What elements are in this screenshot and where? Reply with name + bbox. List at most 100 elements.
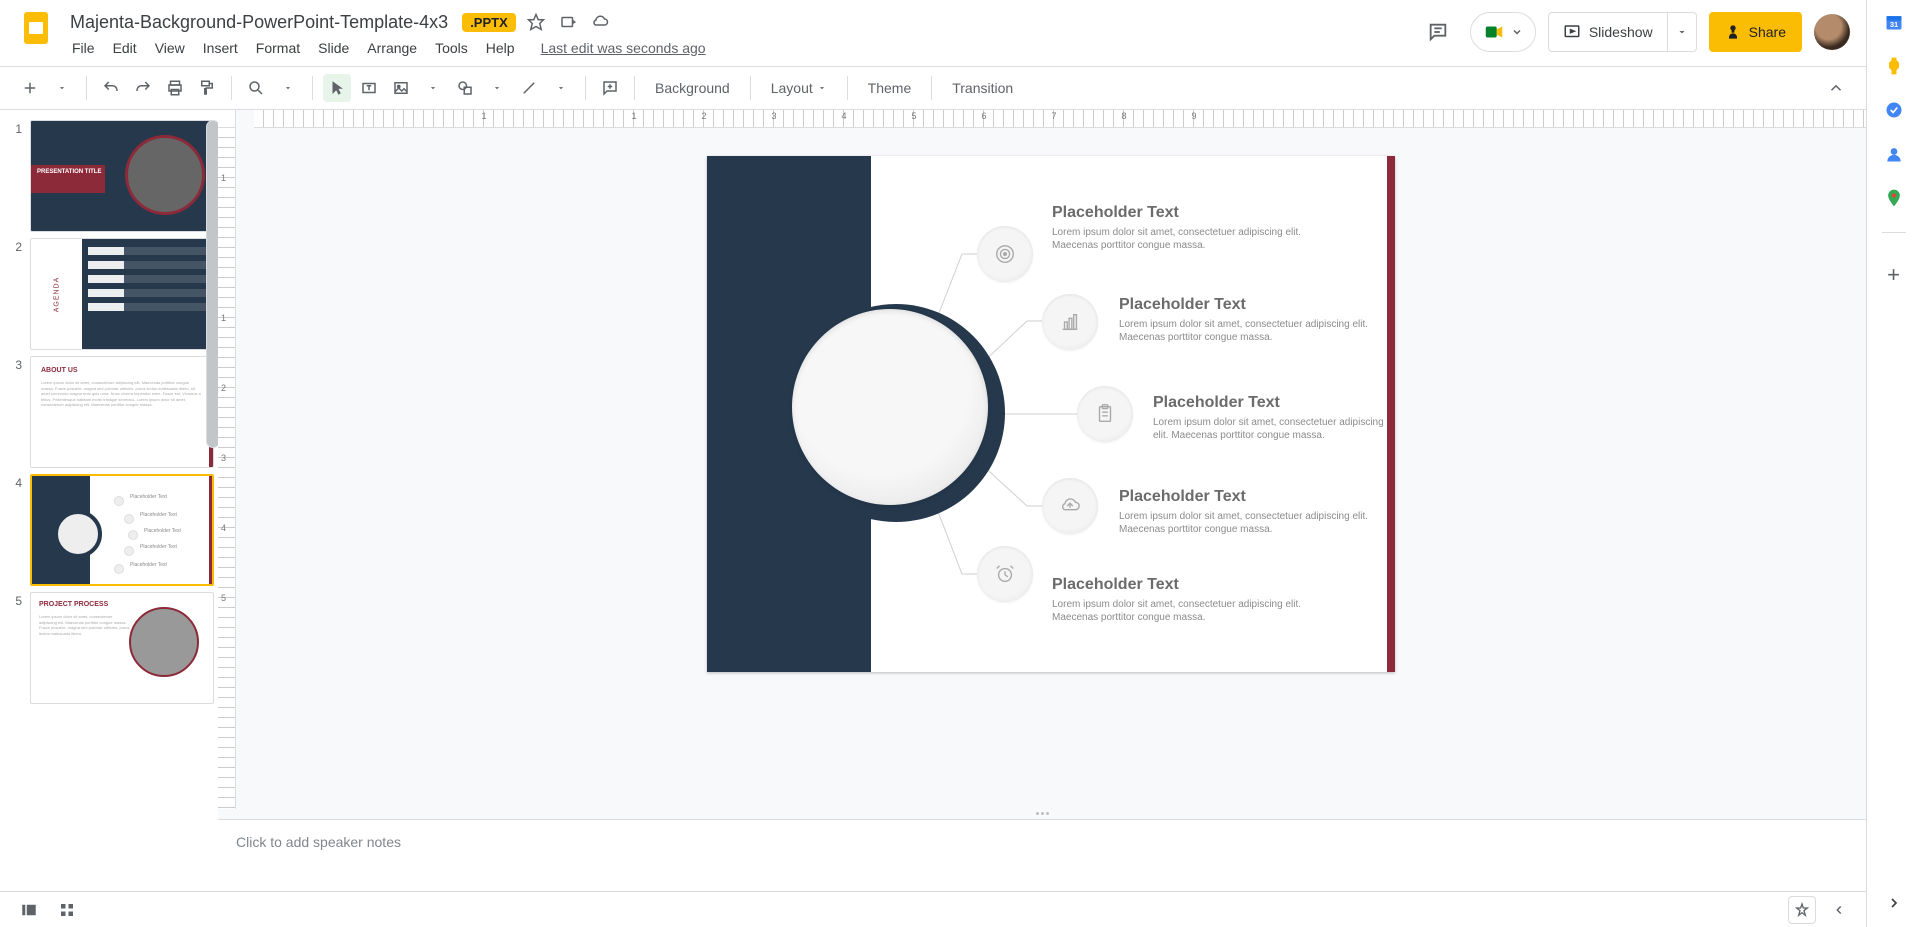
slide-thumb-2[interactable]: 2 AGENDA (10, 238, 214, 350)
slideshow-dropdown[interactable] (1668, 12, 1697, 52)
contacts-icon[interactable] (1884, 144, 1904, 164)
side-panel: 31 + (1866, 0, 1920, 927)
paint-format-button[interactable] (193, 74, 221, 102)
ruler-tick: 5 (911, 111, 916, 121)
doc-title[interactable]: Majenta-Background-PowerPoint-Template-4… (64, 11, 454, 34)
slides-logo[interactable] (16, 8, 56, 48)
share-label: Share (1749, 24, 1786, 40)
notes-resize-handle[interactable] (218, 809, 1866, 819)
calendar-icon[interactable]: 31 (1884, 12, 1904, 32)
slide[interactable]: Placeholder Text Lorem ipsum dolor sit a… (707, 156, 1395, 672)
slideshow-label: Slideshow (1589, 24, 1653, 40)
move-icon[interactable] (556, 10, 580, 34)
slide-thumb-5[interactable]: 5 PROJECT PROCESS Lorem ipsum dolor sit … (10, 592, 214, 704)
slide-thumb-3[interactable]: 3 ABOUT US Lorem ipsum dolor sit amet, c… (10, 356, 214, 468)
select-tool[interactable] (323, 74, 351, 102)
tasks-icon[interactable] (1884, 100, 1904, 120)
node-icon-chart[interactable] (1042, 294, 1098, 350)
slide-item-1[interactable]: Placeholder Text Lorem ipsum dolor sit a… (1052, 204, 1322, 252)
account-avatar[interactable] (1814, 14, 1850, 50)
image-tool[interactable] (387, 74, 415, 102)
grid-view-button[interactable] (54, 897, 80, 923)
menu-file[interactable]: File (64, 36, 103, 60)
item-body: Lorem ipsum dolor sit amet, consectetuer… (1052, 226, 1322, 252)
ruler-tick: 2 (221, 383, 226, 393)
redo-button[interactable] (129, 74, 157, 102)
image-dropdown[interactable] (419, 74, 447, 102)
ruler-tick: 5 (221, 593, 226, 603)
center-circle[interactable] (787, 304, 1005, 522)
comments-icon[interactable] (1418, 12, 1458, 52)
add-addon-button[interactable]: + (1884, 265, 1904, 285)
share-button[interactable]: Share (1709, 12, 1802, 52)
speaker-notes[interactable]: Click to add speaker notes (218, 819, 1866, 891)
background-button[interactable]: Background (645, 74, 740, 102)
new-slide-button[interactable] (16, 74, 44, 102)
thumb-number: 3 (10, 356, 22, 468)
hide-panel-chevron[interactable] (1828, 899, 1850, 921)
keep-icon[interactable] (1884, 56, 1904, 76)
slide-item-3[interactable]: Placeholder Text Lorem ipsum dolor sit a… (1153, 394, 1395, 442)
line-tool[interactable] (515, 74, 543, 102)
item-heading: Placeholder Text (1052, 204, 1322, 222)
ruler-tick: 8 (1121, 111, 1126, 121)
slideshow-button[interactable]: Slideshow (1548, 12, 1668, 52)
explore-button[interactable] (1788, 896, 1816, 924)
ruler-tick: 9 (1191, 111, 1196, 121)
star-icon[interactable] (524, 10, 548, 34)
cloud-icon[interactable] (588, 10, 612, 34)
shape-dropdown[interactable] (483, 74, 511, 102)
comment-tool[interactable] (596, 74, 624, 102)
pptx-badge: .PPTX (462, 13, 516, 32)
zoom-dropdown[interactable] (274, 74, 302, 102)
zoom-button[interactable] (242, 74, 270, 102)
menubar: File Edit View Insert Format Slide Arran… (64, 36, 1410, 66)
node-icon-clock[interactable] (977, 546, 1033, 602)
new-slide-dropdown[interactable] (48, 74, 76, 102)
transition-button[interactable]: Transition (942, 74, 1023, 102)
hide-side-panel[interactable] (1884, 893, 1904, 913)
ruler-vertical[interactable]: 1 1 2 3 4 5 (218, 128, 236, 809)
ruler-tick: 7 (1051, 111, 1056, 121)
slide-thumb-4[interactable]: 4 Placeholder Text Placeholder Text Plac… (10, 474, 214, 586)
textbox-tool[interactable] (355, 74, 383, 102)
menu-insert[interactable]: Insert (195, 36, 246, 60)
node-icon-clipboard[interactable] (1077, 386, 1133, 442)
node-icon-target[interactable] (977, 226, 1033, 282)
ruler-tick: 6 (981, 111, 986, 121)
node-icon-cloud[interactable] (1042, 478, 1098, 534)
theme-button[interactable]: Theme (858, 74, 922, 102)
filmstrip[interactable]: 1 PRESENTATION TITLE 2 AGENDA 3 ABOUT US (0, 110, 218, 891)
item-body: Lorem ipsum dolor sit amet, consectetuer… (1119, 510, 1389, 536)
thumb-number: 1 (10, 120, 22, 232)
menu-view[interactable]: View (147, 36, 193, 60)
collapse-toolbar[interactable] (1822, 74, 1850, 102)
print-button[interactable] (161, 74, 189, 102)
slide-canvas[interactable]: Placeholder Text Lorem ipsum dolor sit a… (236, 128, 1866, 809)
maps-icon[interactable] (1884, 188, 1904, 208)
undo-button[interactable] (97, 74, 125, 102)
thumb-title: PRESENTATION TITLE (37, 169, 101, 175)
slide-item-2[interactable]: Placeholder Text Lorem ipsum dolor sit a… (1119, 296, 1389, 344)
menu-arrange[interactable]: Arrange (359, 36, 425, 60)
meet-button[interactable] (1470, 12, 1536, 52)
line-dropdown[interactable] (547, 74, 575, 102)
shape-tool[interactable] (451, 74, 479, 102)
menu-edit[interactable]: Edit (105, 36, 145, 60)
ruler-tick: 4 (221, 523, 226, 533)
menu-help[interactable]: Help (478, 36, 523, 60)
ruler-tick: 4 (841, 111, 846, 121)
menu-format[interactable]: Format (248, 36, 308, 60)
item-heading: Placeholder Text (1119, 296, 1389, 314)
slide-item-5[interactable]: Placeholder Text Lorem ipsum dolor sit a… (1052, 576, 1322, 624)
ruler-horizontal[interactable]: 1 1 2 3 4 5 6 7 8 9 (254, 110, 1866, 128)
ruler-tick: 1 (481, 111, 486, 121)
last-edit[interactable]: Last edit was seconds ago (533, 36, 714, 60)
slide-item-4[interactable]: Placeholder Text Lorem ipsum dolor sit a… (1119, 488, 1389, 536)
filmstrip-scrollbar[interactable] (204, 120, 218, 667)
layout-button[interactable]: Layout (761, 74, 837, 102)
menu-slide[interactable]: Slide (310, 36, 357, 60)
filmstrip-view-button[interactable] (16, 897, 42, 923)
slide-thumb-1[interactable]: 1 PRESENTATION TITLE (10, 120, 214, 232)
menu-tools[interactable]: Tools (427, 36, 476, 60)
